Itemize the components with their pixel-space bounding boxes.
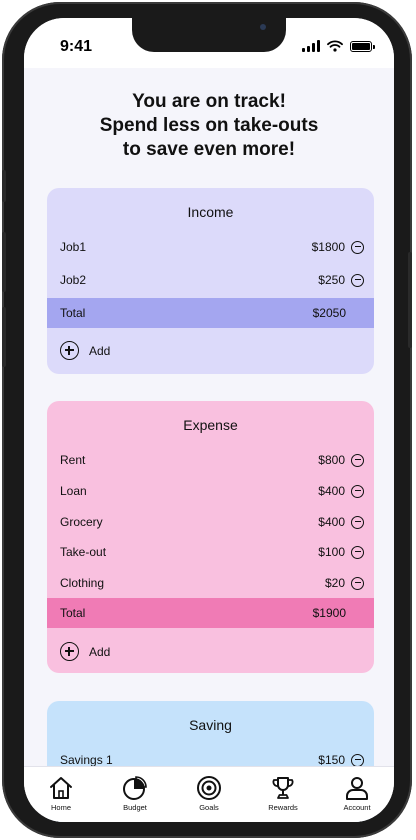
status-icons — [302, 40, 375, 52]
home-icon — [50, 777, 72, 799]
expense-card: Expense Rent $800 Loan $400 Grocery $400… — [47, 401, 374, 673]
nav-item-rewards[interactable]: Rewards — [253, 775, 313, 812]
expense-row-label: Clothing — [60, 576, 105, 590]
expense-row-label: Rent — [60, 453, 86, 467]
camera-icon — [260, 24, 266, 30]
power-button — [408, 252, 412, 348]
expense-row: Take-out $100 — [47, 537, 374, 567]
income-row: Job2 $250 — [47, 265, 374, 295]
income-row-amount: $1800 — [311, 240, 345, 254]
pie-chart-icon — [123, 776, 147, 800]
income-row-label: Job2 — [60, 273, 87, 287]
target-icon — [197, 776, 221, 800]
headline-line-1: You are on track! — [132, 91, 286, 112]
add-circle-icon — [60, 642, 79, 661]
expense-total-amount: $1900 — [312, 606, 346, 620]
nav-item-account[interactable]: Account — [327, 775, 387, 812]
income-total-row: Total $2050 — [47, 298, 374, 328]
add-circle-icon — [60, 341, 79, 360]
nav-label-budget: Budget — [123, 803, 147, 812]
expense-row: Clothing $20 — [47, 568, 374, 598]
mute-switch — [2, 170, 6, 202]
remove-circle-icon[interactable] — [351, 484, 364, 498]
income-row-label: Job1 — [60, 240, 87, 254]
nav-label-home: Home — [50, 803, 71, 812]
income-row-amount: $250 — [318, 273, 345, 287]
remove-circle-icon[interactable] — [351, 545, 364, 559]
nav-label-rewards: Rewards — [268, 803, 298, 812]
income-row: Job1 $1800 — [47, 232, 374, 262]
wifi-icon — [327, 40, 343, 52]
remove-circle-icon[interactable] — [351, 753, 364, 767]
expense-row: Rent $800 — [47, 445, 374, 475]
expense-add-label: Add — [89, 644, 111, 659]
trophy-icon — [272, 777, 294, 799]
notch — [132, 18, 286, 52]
expense-row-label: Loan — [60, 484, 87, 498]
expense-row-label: Take-out — [60, 545, 107, 559]
bottom-nav: Home Budget Goals Rewards Account — [24, 766, 394, 822]
headline-line-2: Spend less on take-outs — [99, 115, 319, 136]
headline-line-3: to save even more! — [122, 139, 296, 160]
expense-total-label: Total — [60, 606, 86, 620]
expense-row-amount: $100 — [318, 545, 345, 559]
remove-circle-icon[interactable] — [351, 240, 364, 254]
user-icon — [346, 777, 368, 800]
remove-circle-icon[interactable] — [351, 576, 364, 590]
remove-circle-icon[interactable] — [351, 515, 364, 529]
remove-circle-icon[interactable] — [351, 273, 364, 287]
expense-row: Loan $400 — [47, 476, 374, 506]
income-total-label: Total — [60, 306, 86, 320]
saving-title: Saving — [189, 717, 232, 733]
income-title: Income — [187, 204, 234, 220]
expense-total-row: Total $1900 — [47, 598, 374, 628]
saving-row-label: Savings 1 — [60, 753, 113, 767]
expense-row-amount: $400 — [318, 484, 345, 498]
expense-row-label: Grocery — [60, 515, 103, 529]
nav-item-budget[interactable]: Budget — [105, 775, 165, 812]
status-time: 9:41 — [60, 38, 93, 55]
signal-icon — [302, 40, 320, 52]
nav-item-goals[interactable]: Goals — [179, 775, 239, 812]
phone-frame: 9:41 You are on track! Spend less on tak… — [2, 2, 412, 838]
expense-row-amount: $20 — [324, 576, 345, 590]
nav-item-home[interactable]: Home — [31, 775, 91, 812]
page-headline: You are on track! Spend less on take-out… — [24, 90, 394, 162]
expense-row-amount: $800 — [318, 453, 345, 467]
income-card: Income Job1 $1800 Job2 $250 Total $2050 … — [47, 188, 374, 374]
income-add-button[interactable]: Add — [60, 341, 110, 360]
income-total-amount: $2050 — [312, 306, 346, 320]
income-add-label: Add — [89, 343, 111, 358]
status-bar: 9:41 — [24, 18, 394, 68]
expense-row-amount: $400 — [318, 515, 345, 529]
remove-circle-icon[interactable] — [351, 453, 364, 467]
battery-icon — [350, 40, 375, 52]
screen: 9:41 You are on track! Spend less on tak… — [24, 18, 394, 822]
volume-down-button — [2, 307, 6, 367]
expense-add-button[interactable]: Add — [60, 642, 110, 661]
nav-label-account: Account — [343, 803, 371, 812]
volume-up-button — [2, 232, 6, 292]
expense-title: Expense — [183, 417, 238, 433]
expense-row: Grocery $400 — [47, 507, 374, 537]
nav-label-goals: Goals — [199, 803, 219, 812]
saving-row-amount: $150 — [318, 753, 345, 767]
